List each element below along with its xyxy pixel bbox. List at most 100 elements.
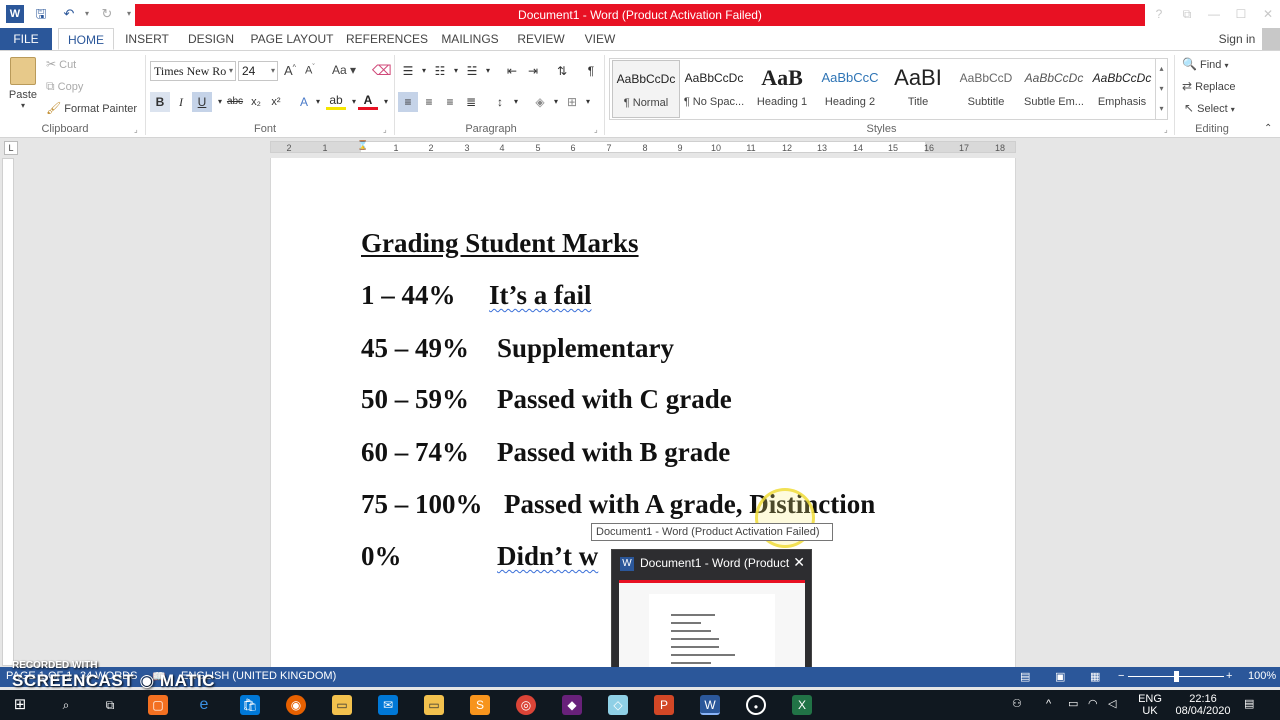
maximize-icon[interactable]: ☐ — [1229, 5, 1253, 23]
text-effects-dropdown-icon[interactable]: ▾ — [308, 92, 328, 112]
select-button[interactable]: ↖ Select ▾ — [1184, 101, 1235, 115]
highlight-icon[interactable]: ab — [326, 92, 346, 110]
zoom-slider-thumb[interactable] — [1174, 671, 1179, 682]
multilevel-dropdown-icon[interactable]: ▾ — [478, 61, 498, 81]
collapse-ribbon-icon[interactable]: ⌃ — [1264, 123, 1272, 134]
font-name-combo[interactable]: Times New Ro ▾ — [150, 61, 236, 81]
tab-references[interactable]: REFERENCES — [346, 28, 428, 50]
tab-review[interactable]: REVIEW — [514, 28, 568, 50]
user-avatar[interactable] — [1262, 28, 1280, 50]
align-center-icon[interactable]: ≡ — [419, 92, 439, 112]
undo-icon[interactable]: ↶ — [60, 5, 78, 23]
grade-description[interactable]: Passed with A grade, Distinction — [504, 489, 875, 520]
edge-icon[interactable]: e — [194, 695, 214, 715]
underline-icon[interactable]: U — [192, 92, 212, 112]
increase-indent-icon[interactable]: ⇥ — [523, 61, 543, 81]
style-subtle-emphasis[interactable]: AaBbCcDc Subtle Em... — [1020, 60, 1088, 118]
tab-mailings[interactable]: MAILINGS — [438, 28, 502, 50]
cut-button[interactable]: ✂ Cut — [46, 57, 76, 71]
grade-description[interactable]: Didn’t w — [497, 541, 598, 572]
grade-line[interactable]: 75 – 100% — [361, 489, 483, 520]
font-size-combo[interactable]: 24 ▾ — [238, 61, 278, 81]
undo-dropdown-icon[interactable]: ▾ — [78, 5, 96, 23]
subscript-icon[interactable]: x₂ — [246, 92, 266, 112]
screencast-taskbar-icon[interactable]: • — [746, 695, 766, 715]
format-painter-button[interactable]: 🖌 Format Painter — [46, 101, 137, 115]
tab-file[interactable]: FILE — [0, 28, 52, 50]
store-icon[interactable]: 🛍 — [240, 695, 260, 715]
font-color-dropdown-icon[interactable]: ▾ — [376, 92, 396, 112]
style-emphasis[interactable]: AaBbCcDc Emphasis — [1088, 60, 1156, 118]
wifi-icon[interactable]: ◠ — [1088, 698, 1098, 710]
shrink-font-icon[interactable]: Aˇ — [305, 64, 315, 77]
read-mode-icon[interactable]: ▤ — [1020, 670, 1030, 683]
grade-line[interactable]: 45 – 49% — [361, 333, 469, 364]
show-formatting-marks-icon[interactable]: ¶ — [581, 61, 601, 81]
style-normal[interactable]: AaBbCcDc ¶ Normal — [612, 60, 680, 118]
task-view-icon[interactable]: ⧉ — [100, 695, 120, 715]
close-icon[interactable]: ✕ — [1256, 5, 1280, 23]
web-layout-icon[interactable]: ▦ — [1090, 670, 1100, 683]
align-right-icon[interactable]: ≡ — [440, 92, 460, 112]
excel-icon[interactable]: X — [792, 695, 812, 715]
style-no-spacing[interactable]: AaBbCcDc ¶ No Spac... — [680, 60, 748, 118]
save-icon[interactable]: 🖫 — [32, 5, 50, 23]
font-color-icon[interactable]: A — [358, 92, 378, 110]
sort-icon[interactable]: ⇅ — [552, 61, 572, 81]
grade-description[interactable]: Passed with C grade — [497, 384, 732, 415]
keyboard-language[interactable]: ENG UK — [1136, 693, 1164, 717]
tray-chevron-icon[interactable]: ^ — [1046, 698, 1051, 710]
style-heading-1[interactable]: AaB Heading 1 — [748, 60, 816, 118]
strikethrough-icon[interactable]: abc — [224, 92, 246, 112]
ruler-bar[interactable]: 2 1 ⌛ 1 2 3 4 5 6 7 8 9 10 11 12 13 14 1… — [270, 140, 1016, 153]
minimize-icon[interactable]: — — [1202, 5, 1226, 23]
zoom-out-icon[interactable]: − — [1118, 670, 1124, 682]
mail-icon[interactable]: ✉ — [378, 695, 398, 715]
style-subtitle[interactable]: AaBbCcD Subtitle — [952, 60, 1020, 118]
align-left-icon[interactable]: ≡ — [398, 92, 418, 112]
help-icon[interactable]: ? — [1147, 5, 1171, 23]
tab-selector-icon[interactable]: L — [4, 141, 18, 155]
folder-icon[interactable]: ▭ — [424, 695, 444, 715]
grade-line[interactable]: 0% — [361, 541, 402, 572]
bold-icon[interactable]: B — [150, 92, 170, 112]
zoom-in-icon[interactable]: + — [1226, 670, 1232, 682]
grade-description[interactable]: Passed with B grade — [497, 437, 730, 468]
justify-icon[interactable]: ≣ — [461, 92, 481, 112]
visual-studio-icon[interactable]: ◆ — [562, 695, 582, 715]
superscript-icon[interactable]: x² — [266, 92, 286, 112]
action-center-icon[interactable]: ▤ — [1244, 698, 1254, 710]
borders-dropdown-icon[interactable]: ▾ — [578, 92, 598, 112]
word-app-icon[interactable]: W — [6, 5, 24, 23]
line-spacing-dropdown-icon[interactable]: ▾ — [506, 92, 526, 112]
grade-line[interactable]: 1 – 44% — [361, 280, 456, 311]
grade-line[interactable]: 60 – 74% — [361, 437, 469, 468]
sublime-icon[interactable]: S — [470, 695, 490, 715]
app-icon-orange[interactable]: ▢ — [148, 695, 168, 715]
tab-view[interactable]: VIEW — [580, 28, 620, 50]
style-heading-2[interactable]: AaBbCcC Heading 2 — [816, 60, 884, 118]
grade-line[interactable]: 50 – 59% — [361, 384, 469, 415]
battery-icon[interactable]: ▭ — [1068, 698, 1078, 710]
styles-launcher-icon[interactable]: ⌟ — [1164, 125, 1168, 134]
redo-icon[interactable]: ↻ — [98, 5, 116, 23]
font-launcher-icon[interactable]: ⌟ — [383, 125, 387, 134]
tab-insert[interactable]: INSERT — [122, 28, 172, 50]
clock[interactable]: 22:16 08/04/2020 — [1172, 693, 1234, 717]
windows-start-icon[interactable]: ⊞ — [10, 695, 30, 715]
app-icon-cyan[interactable]: ◇ — [608, 695, 628, 715]
search-icon[interactable]: ⌕ — [56, 695, 76, 715]
grade-description[interactable]: It’s a fail — [489, 280, 592, 311]
people-icon[interactable]: ⚇ — [1012, 698, 1022, 710]
paragraph-launcher-icon[interactable]: ⌟ — [594, 125, 598, 134]
style-title[interactable]: AaBI Title — [884, 60, 952, 118]
italic-icon[interactable]: I — [171, 92, 191, 112]
replace-button[interactable]: ⇄ Replace — [1182, 79, 1235, 93]
close-icon[interactable]: ✕ — [793, 554, 805, 571]
find-button[interactable]: 🔍 Find ▾ — [1182, 57, 1229, 71]
sign-in-link[interactable]: Sign in — [1212, 28, 1262, 50]
grade-description[interactable]: Supplementary — [497, 333, 674, 364]
clear-formatting-icon[interactable]: ⌫ — [372, 62, 392, 79]
ribbon-display-icon[interactable]: ⧉ — [1175, 5, 1199, 23]
print-layout-icon[interactable]: ▣ — [1055, 670, 1065, 683]
